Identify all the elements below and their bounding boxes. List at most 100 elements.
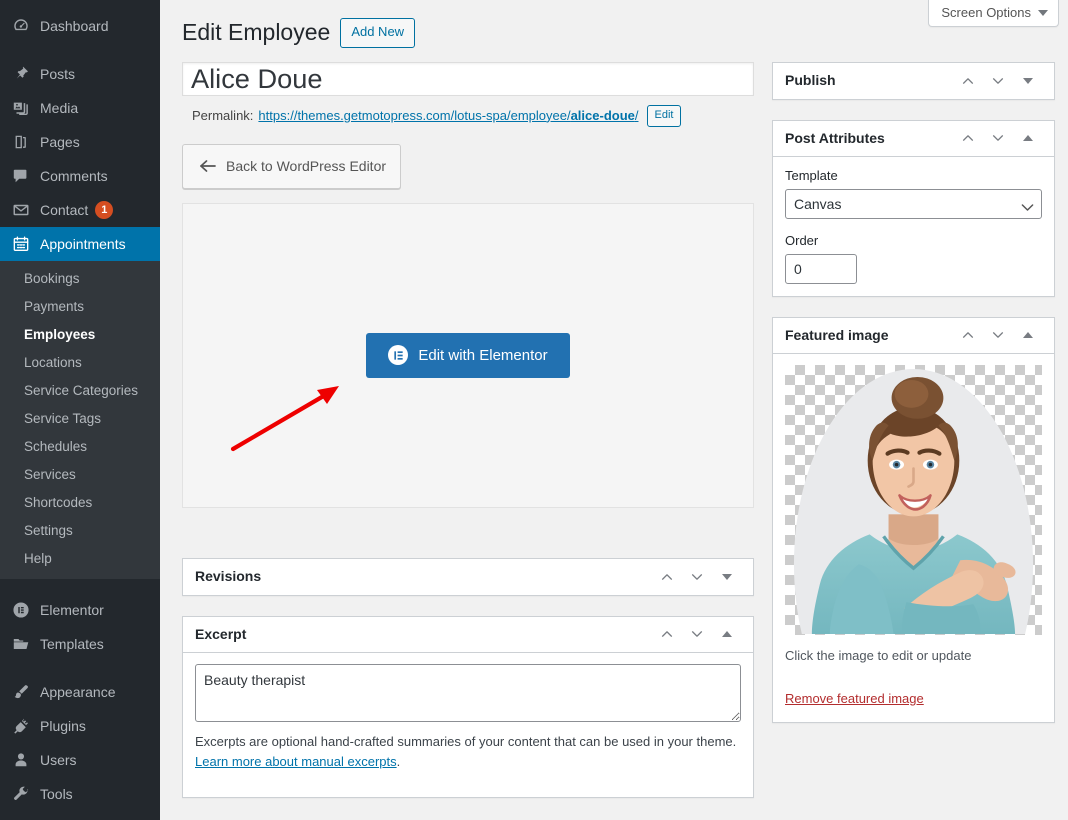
permalink-link[interactable]: https://themes.getmotopress.com/lotus-sp… bbox=[258, 104, 638, 128]
order-input[interactable] bbox=[785, 253, 857, 284]
submenu-item-schedules[interactable]: Schedules bbox=[0, 433, 160, 461]
triangle-down-icon bbox=[1023, 77, 1033, 84]
sidebar-item-appointments[interactable]: Appointments bbox=[0, 227, 160, 261]
sidebar-item-label: Appearance bbox=[40, 684, 116, 700]
excerpt-panel: Excerpt Beauty therapist Excerpts are op… bbox=[182, 615, 754, 799]
media-icon bbox=[11, 98, 31, 118]
brush-icon bbox=[11, 682, 31, 702]
permalink-row: Permalink: https://themes.getmotopress.c… bbox=[182, 104, 754, 128]
move-down-button[interactable] bbox=[984, 123, 1012, 153]
toggle-panel-button[interactable] bbox=[713, 562, 741, 592]
move-down-button[interactable] bbox=[683, 562, 711, 592]
revisions-panel: Revisions bbox=[182, 557, 754, 596]
toggle-panel-button[interactable] bbox=[1014, 66, 1042, 96]
toggle-panel-button[interactable] bbox=[713, 619, 741, 649]
featured-image-panel: Featured image Click the image to edit o… bbox=[772, 316, 1055, 723]
sidebar-item-plugins[interactable]: Plugins bbox=[0, 709, 160, 743]
submenu-item-help[interactable]: Help bbox=[0, 545, 160, 573]
revisions-panel-header[interactable]: Revisions bbox=[183, 559, 753, 595]
revisions-panel-title: Revisions bbox=[195, 568, 262, 584]
attributes-spacer bbox=[785, 219, 1042, 233]
elementor-editor-placeholder: Edit with Elementor bbox=[182, 202, 754, 508]
sidebar-item-media[interactable]: Media bbox=[0, 91, 160, 125]
move-up-button[interactable] bbox=[954, 66, 982, 96]
publish-panel-actions bbox=[954, 66, 1042, 96]
screen-meta-links: Screen Options bbox=[928, 0, 1059, 27]
edit-with-elementor-button[interactable]: Edit with Elementor bbox=[366, 332, 570, 378]
featured-image-thumbnail[interactable] bbox=[785, 364, 1042, 635]
post-attributes-panel-header[interactable]: Post Attributes bbox=[773, 121, 1054, 157]
move-down-button[interactable] bbox=[683, 619, 711, 649]
sidebar-item-posts[interactable]: Posts bbox=[0, 57, 160, 91]
sidebar-item-elementor[interactable]: Elementor bbox=[0, 593, 160, 627]
submenu-item-service-tags[interactable]: Service Tags bbox=[0, 405, 160, 433]
template-select[interactable]: Canvas bbox=[785, 188, 1042, 219]
submenu-item-service-categories[interactable]: Service Categories bbox=[0, 377, 160, 405]
sidebar-item-users[interactable]: Users bbox=[0, 743, 160, 777]
manual-excerpts-link[interactable]: Learn more about manual excerpts bbox=[195, 754, 397, 769]
submenu-item-settings[interactable]: Settings bbox=[0, 517, 160, 545]
excerpt-help-prefix: Excerpts are optional hand-crafted summa… bbox=[195, 733, 737, 749]
triangle-down-icon bbox=[722, 573, 732, 580]
user-icon bbox=[11, 750, 31, 770]
featured-image-panel-title: Featured image bbox=[785, 326, 889, 343]
excerpt-panel-header[interactable]: Excerpt bbox=[183, 617, 753, 653]
sidebar-item-templates[interactable]: Templates bbox=[0, 627, 160, 661]
add-new-button[interactable]: Add New bbox=[340, 18, 416, 48]
main-content-area: Screen Options Edit Employee Add New Per… bbox=[160, 0, 1068, 820]
excerpt-textarea[interactable] bbox=[195, 663, 741, 722]
sidebar-separator-3 bbox=[0, 661, 160, 675]
toggle-panel-button[interactable] bbox=[1014, 123, 1042, 153]
submenu-item-services[interactable]: Services bbox=[0, 461, 160, 489]
move-up-button[interactable] bbox=[653, 619, 681, 649]
sidebar-item-comments[interactable]: Comments bbox=[0, 159, 160, 193]
plug-icon bbox=[11, 716, 31, 736]
sidebar-item-contact[interactable]: Contact 1 bbox=[0, 193, 160, 227]
move-up-button[interactable] bbox=[653, 562, 681, 592]
edit-permalink-button[interactable]: Edit bbox=[646, 104, 682, 128]
contact-pending-badge: 1 bbox=[95, 201, 114, 219]
sidebar-separator-2 bbox=[0, 579, 160, 593]
comments-icon bbox=[11, 166, 31, 186]
sidebar-item-dashboard[interactable]: Dashboard bbox=[0, 9, 160, 43]
post-attributes-panel: Post Attributes Template Canvas Order 0 bbox=[772, 119, 1055, 297]
envelope-icon bbox=[11, 200, 31, 220]
move-down-button[interactable] bbox=[984, 66, 1012, 96]
post-body: Permalink: https://themes.getmotopress.c… bbox=[182, 48, 1055, 818]
back-to-wordpress-editor-label: Back to WordPress Editor bbox=[226, 158, 387, 175]
sidebar-item-pages[interactable]: Pages bbox=[0, 125, 160, 159]
title-field-wrapper bbox=[182, 61, 754, 96]
post-title-input[interactable] bbox=[182, 61, 754, 96]
remove-featured-image-link[interactable]: Remove featured image bbox=[785, 691, 924, 706]
screen-options-label: Screen Options bbox=[941, 5, 1031, 20]
publish-panel-title: Publish bbox=[785, 72, 836, 88]
publish-panel-header[interactable]: Publish bbox=[773, 63, 1054, 99]
post-attributes-panel-actions bbox=[954, 123, 1042, 153]
submenu-item-shortcodes[interactable]: Shortcodes bbox=[0, 489, 160, 517]
editor-switch-wrapper: Back to WordPress Editor bbox=[182, 143, 754, 189]
toggle-panel-button[interactable] bbox=[1014, 320, 1042, 350]
sidebar-item-label: Comments bbox=[40, 168, 108, 184]
featured-image-panel-header[interactable]: Featured image bbox=[773, 318, 1054, 354]
submenu-item-employees[interactable]: Employees bbox=[0, 321, 160, 349]
wrench-icon bbox=[11, 784, 31, 804]
move-up-button[interactable] bbox=[954, 320, 982, 350]
featured-image-panel-actions bbox=[954, 320, 1042, 350]
submenu-item-payments[interactable]: Payments bbox=[0, 293, 160, 321]
move-down-button[interactable] bbox=[984, 320, 1012, 350]
submenu-item-bookings[interactable]: Bookings bbox=[0, 265, 160, 293]
submenu-item-locations[interactable]: Locations bbox=[0, 349, 160, 377]
template-select-wrapper: Canvas bbox=[785, 188, 1042, 219]
back-to-wordpress-editor-button[interactable]: Back to WordPress Editor bbox=[182, 143, 402, 189]
sidebar-item-tools[interactable]: Tools bbox=[0, 777, 160, 811]
sidebar-item-label: Plugins bbox=[40, 718, 86, 734]
excerpt-panel-title: Excerpt bbox=[195, 625, 247, 642]
excerpt-help-suffix: . bbox=[396, 753, 401, 769]
post-body-content: Permalink: https://themes.getmotopress.c… bbox=[182, 48, 754, 818]
excerpt-help-text: Excerpts are optional hand-crafted summa… bbox=[195, 732, 741, 772]
move-up-button[interactable] bbox=[954, 123, 982, 153]
sidebar-item-label: Users bbox=[40, 752, 77, 768]
screen-options-button[interactable]: Screen Options bbox=[928, 0, 1059, 27]
admin-sidebar: Dashboard Posts Media Pages Comments Con… bbox=[0, 0, 160, 820]
sidebar-item-appearance[interactable]: Appearance bbox=[0, 675, 160, 709]
